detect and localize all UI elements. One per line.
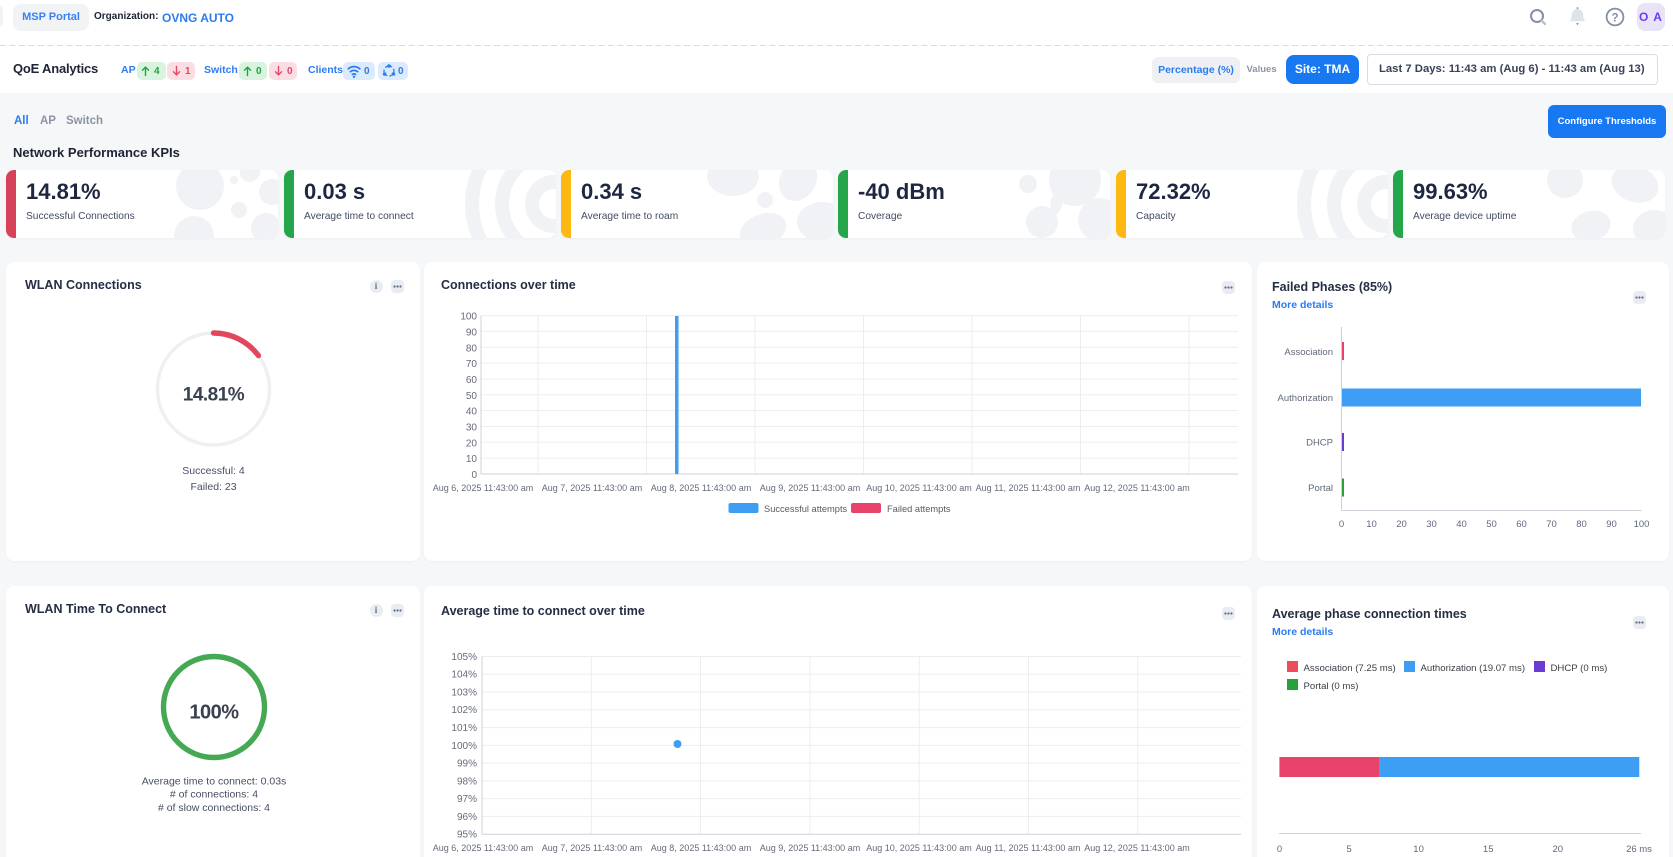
svg-text:14.81%: 14.81% [183,385,245,406]
svg-text:50: 50 [1486,519,1497,530]
svg-text:10: 10 [466,454,478,465]
svg-text:Aug 9, 2025 11:43:00 am: Aug 9, 2025 11:43:00 am [760,843,860,853]
svg-text:# of slow connections: 4: # of slow connections: 4 [158,802,270,814]
svg-text:20: 20 [1396,519,1407,530]
svg-text:Aug 12, 2025 11:43:00 am: Aug 12, 2025 11:43:00 am [1084,483,1189,493]
svg-text:105%: 105% [451,652,477,663]
svg-text:101%: 101% [451,723,477,734]
svg-text:Aug 6, 2025 11:43:00 am: Aug 6, 2025 11:43:00 am [433,843,533,853]
svg-text:102%: 102% [451,705,477,716]
svg-text:Aug 11, 2025 11:43:00 am: Aug 11, 2025 11:43:00 am [976,843,1081,853]
svg-text:0: 0 [1277,844,1282,855]
svg-text:Failed: 23: Failed: 23 [190,481,236,493]
svg-text:26 ms: 26 ms [1626,844,1652,855]
svg-text:Failed attempts: Failed attempts [887,504,951,514]
svg-text:Aug 8, 2025 11:43:00 am: Aug 8, 2025 11:43:00 am [651,483,751,493]
svg-text:100%: 100% [189,701,239,723]
svg-text:Aug 11, 2025 11:43:00 am: Aug 11, 2025 11:43:00 am [976,483,1081,493]
svg-text:# of connections: 4: # of connections: 4 [170,789,258,801]
svg-text:Aug 12, 2025 11:43:00 am: Aug 12, 2025 11:43:00 am [1084,843,1189,853]
svg-text:Aug 8, 2025 11:43:00 am: Aug 8, 2025 11:43:00 am [651,843,751,853]
svg-text:Authorization (19.07 ms): Authorization (19.07 ms) [1421,663,1526,674]
svg-text:5: 5 [1346,844,1351,855]
svg-text:Aug 9, 2025 11:43:00 am: Aug 9, 2025 11:43:00 am [760,483,860,493]
svg-text:10: 10 [1413,844,1424,855]
svg-text:50: 50 [466,391,478,402]
svg-text:Portal: Portal [1308,483,1333,494]
svg-text:99%: 99% [457,759,477,770]
svg-text:60: 60 [466,375,478,386]
svg-text:90: 90 [466,327,478,338]
svg-text:0: 0 [471,470,477,481]
svg-text:15: 15 [1483,844,1494,855]
svg-text:80: 80 [1576,519,1587,530]
svg-text:Association (7.25 ms): Association (7.25 ms) [1304,663,1396,674]
svg-text:20: 20 [1553,844,1564,855]
svg-text:97%: 97% [457,794,477,805]
svg-text:100: 100 [460,312,477,323]
svg-text:70: 70 [1546,519,1557,530]
svg-text:30: 30 [1426,519,1437,530]
svg-text:Aug 7, 2025 11:43:00 am: Aug 7, 2025 11:43:00 am [542,483,642,493]
svg-text:Average time to connect: 0.03s: Average time to connect: 0.03s [142,775,287,787]
svg-text:Aug 7, 2025 11:43:00 am: Aug 7, 2025 11:43:00 am [542,843,642,853]
svg-text:20: 20 [466,438,478,449]
svg-text:30: 30 [466,423,478,434]
svg-text:Successful: 4: Successful: 4 [182,465,245,477]
svg-text:Aug 6, 2025 11:43:00 am: Aug 6, 2025 11:43:00 am [433,483,533,493]
svg-text:40: 40 [466,407,478,418]
svg-text:96%: 96% [457,812,477,823]
svg-text:70: 70 [466,359,478,370]
svg-text:60: 60 [1516,519,1527,530]
svg-text:100%: 100% [451,741,477,752]
svg-text:Successful attempts: Successful attempts [764,504,848,514]
svg-text:40: 40 [1456,519,1467,530]
svg-text:DHCP: DHCP [1306,438,1333,449]
svg-text:Aug 10, 2025 11:43:00 am: Aug 10, 2025 11:43:00 am [866,843,971,853]
svg-text:100: 100 [1634,519,1650,530]
svg-text:95%: 95% [457,830,477,841]
svg-text:Aug 10, 2025 11:43:00 am: Aug 10, 2025 11:43:00 am [866,483,971,493]
svg-text:Authorization: Authorization [1278,393,1333,404]
svg-text:?: ? [1611,12,1618,24]
svg-text:80: 80 [466,343,478,354]
svg-text:90: 90 [1606,519,1617,530]
svg-text:DHCP (0 ms): DHCP (0 ms) [1551,663,1608,674]
svg-text:103%: 103% [451,687,477,698]
svg-text:Association: Association [1284,347,1333,358]
svg-text:10: 10 [1366,519,1377,530]
svg-text:Portal (0 ms): Portal (0 ms) [1304,681,1359,692]
svg-text:98%: 98% [457,776,477,787]
svg-text:104%: 104% [451,670,477,681]
svg-text:0: 0 [1339,519,1344,530]
